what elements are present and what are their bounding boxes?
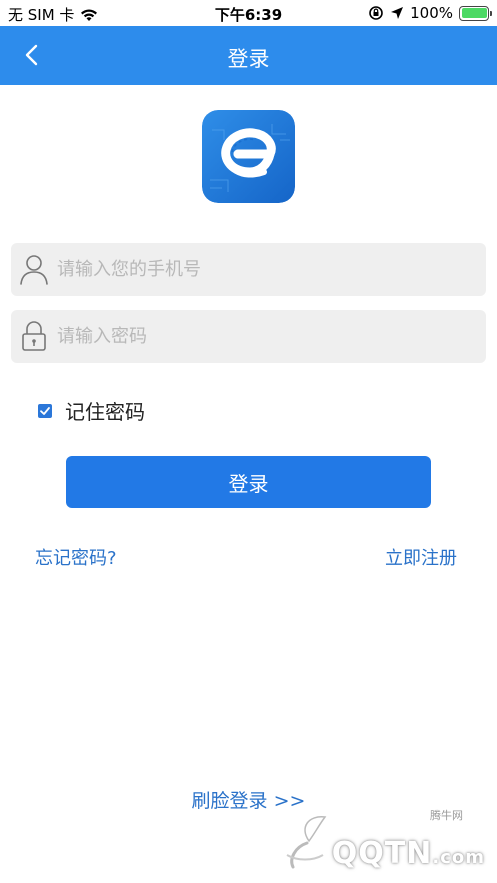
- battery-icon: [459, 5, 492, 21]
- checkmark-icon: [40, 406, 50, 415]
- lock-icon: [22, 321, 46, 351]
- password-field[interactable]: [11, 310, 486, 363]
- app-logo: [202, 110, 295, 203]
- battery-fill: [461, 8, 487, 18]
- password-input[interactable]: [57, 310, 477, 363]
- page-title: 登录: [227, 47, 270, 71]
- login-button[interactable]: 登录: [66, 456, 431, 508]
- remember-password-toggle[interactable]: 记住密码: [38, 396, 145, 425]
- watermark: 腾牛网 QQTN.com: [279, 805, 489, 875]
- forgot-password-link[interactable]: 忘记密码?: [35, 544, 117, 570]
- remember-checkbox[interactable]: [38, 403, 52, 418]
- remember-label: 记住密码: [65, 400, 145, 424]
- status-right: 100%: [368, 4, 492, 22]
- status-bar: 无 SIM 卡 下午6:39 100%: [0, 0, 497, 26]
- watermark-brand-name: QQTN: [331, 836, 433, 871]
- nav-bar: 登录: [0, 26, 497, 85]
- phone-field[interactable]: [11, 243, 486, 296]
- location-arrow-icon: [391, 7, 404, 19]
- orientation-lock-icon: [369, 6, 383, 20]
- phone-input[interactable]: [57, 243, 477, 296]
- user-icon: [20, 255, 48, 285]
- watermark-brand: QQTN.com: [332, 836, 485, 871]
- register-link[interactable]: 立即注册: [385, 544, 457, 570]
- watermark-brand-suffix: .com: [432, 847, 485, 868]
- watermark-site-name: 腾牛网: [430, 809, 463, 822]
- battery-percent: 100%: [410, 4, 453, 22]
